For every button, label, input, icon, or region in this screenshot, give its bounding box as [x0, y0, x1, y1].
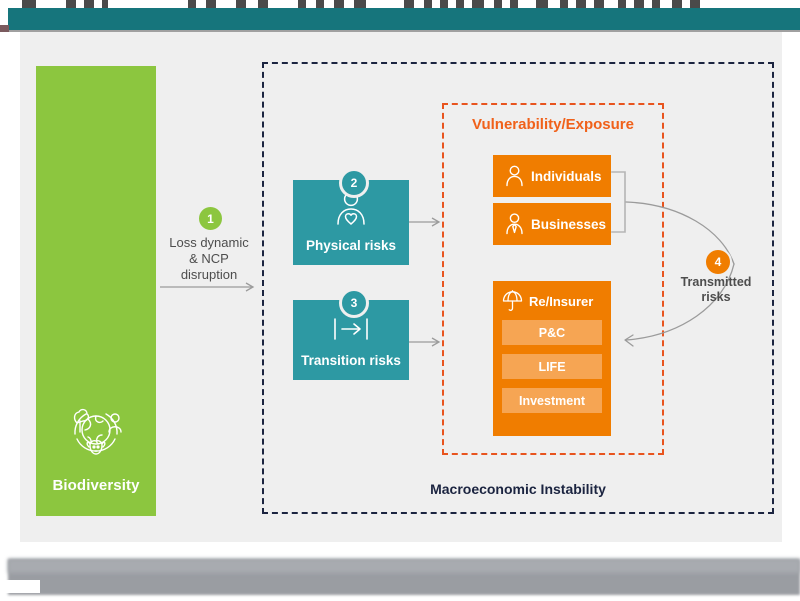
macroeconomic-instability-label: Macroeconomic Instability	[430, 481, 606, 497]
arrow-transition-risks-icon	[409, 335, 445, 353]
person-icon	[505, 165, 524, 187]
reinsurer-line-life[interactable]: LIFE	[502, 354, 602, 379]
arrow-between-bars-icon	[331, 316, 371, 347]
individuals-box[interactable]: Individuals	[493, 155, 611, 197]
biodiversity-label: Biodiversity	[52, 477, 140, 494]
transmitted-risks-caption: Transmitted risks	[668, 275, 764, 305]
arrow-biodiversity-to-risks-icon	[160, 280, 260, 298]
step-1-caption-line-1: Loss dynamic	[169, 235, 249, 250]
reinsurer-label: Re/Insurer	[529, 293, 594, 309]
businesses-label: Businesses	[531, 216, 607, 232]
physical-risks-label: Physical risks	[305, 238, 397, 253]
footer-bar-highlight	[8, 559, 800, 573]
step-1-caption: Loss dynamic & NCP disruption	[158, 235, 260, 283]
transition-risks-label: Transition risks	[301, 353, 401, 368]
arrow-physical-risks-icon	[409, 215, 445, 233]
vulnerability-exposure-title: Vulnerability/Exposure	[472, 116, 634, 133]
person-tie-icon	[505, 213, 524, 235]
individuals-label: Individuals	[531, 168, 602, 184]
umbrella-icon	[502, 290, 523, 312]
transmitted-risks-line-1: Transmitted	[680, 275, 752, 289]
reinsurer-line-investment[interactable]: Investment	[502, 388, 602, 413]
step-badge-4: 4	[704, 248, 732, 276]
reinsurer-line-pc[interactable]: P&C	[502, 320, 602, 345]
footer-left-nub	[0, 580, 40, 593]
transmitted-risks-line-2: risks	[701, 290, 731, 304]
biodiversity-panel: Biodiversity	[36, 66, 156, 516]
businesses-box[interactable]: Businesses	[493, 203, 611, 245]
browser-chrome-left-nub	[0, 25, 9, 32]
step-1-caption-line-2: & NCP	[189, 251, 229, 266]
page-right-margin	[782, 32, 800, 542]
browser-toolbar[interactable]	[8, 8, 800, 30]
step-badge-1: 1	[197, 205, 224, 232]
biodiversity-globe-icon	[64, 404, 128, 467]
page-left-margin	[0, 32, 20, 542]
step-badge-3: 3	[339, 288, 369, 318]
transmitted-risks-loop-icon	[600, 160, 780, 380]
reinsurer-box[interactable]: Re/Insurer P&C LIFE Investment	[493, 281, 611, 436]
step-badge-2: 2	[339, 168, 369, 198]
reinsurer-header: Re/Insurer	[502, 290, 602, 312]
